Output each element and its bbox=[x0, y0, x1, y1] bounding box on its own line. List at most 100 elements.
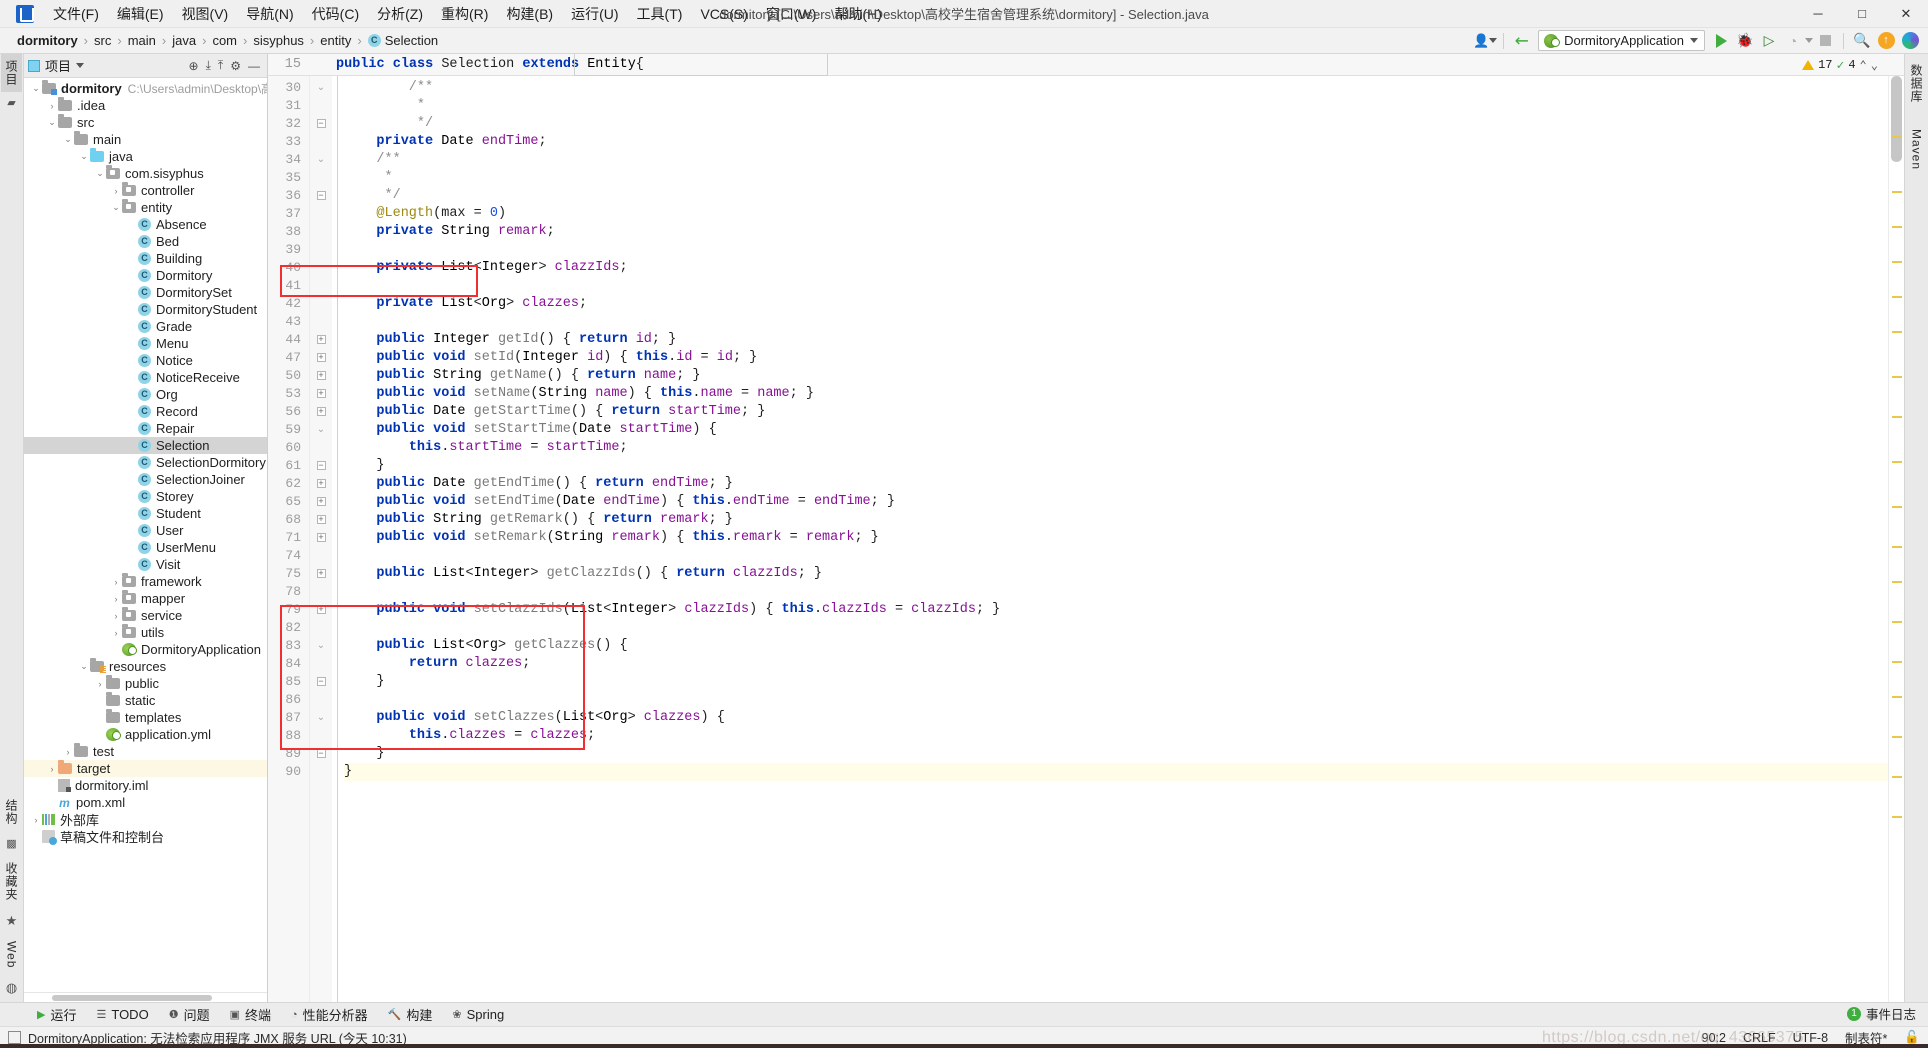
code-line[interactable]: * bbox=[344, 97, 1888, 115]
tree-node-public[interactable]: › public bbox=[24, 675, 267, 692]
tree-node-storey[interactable]: C Storey bbox=[24, 488, 267, 505]
tree-node-selectionjoiner[interactable]: C SelectionJoiner bbox=[24, 471, 267, 488]
fold-toggle-icon[interactable]: − bbox=[310, 457, 332, 475]
tool-tab-maven[interactable]: Maven bbox=[1908, 123, 1926, 176]
chevron-down-icon[interactable] bbox=[1489, 38, 1498, 43]
chevron-down-icon[interactable]: ⌄ bbox=[94, 168, 106, 179]
breadcrumb-item-src[interactable]: src bbox=[89, 32, 116, 49]
tree-node-menu[interactable]: C Menu bbox=[24, 335, 267, 352]
fold-toggle-icon[interactable]: + bbox=[310, 529, 332, 547]
fold-toggle-icon[interactable]: − bbox=[310, 673, 332, 691]
error-stripe-mark[interactable] bbox=[1892, 736, 1902, 738]
tool-window-button-问题[interactable]: ❶ 问题 bbox=[160, 1003, 219, 1026]
fold-toggle-icon[interactable]: + bbox=[310, 331, 332, 349]
update-icon[interactable]: ↑ bbox=[1874, 30, 1898, 52]
chevron-right-icon[interactable]: › bbox=[30, 815, 42, 825]
fold-toggle-icon[interactable]: − bbox=[310, 115, 332, 133]
error-stripe-mark[interactable] bbox=[1892, 816, 1902, 818]
code-line[interactable] bbox=[344, 691, 1888, 709]
code-line[interactable]: } bbox=[344, 763, 1888, 781]
menu-item-4[interactable]: 代码(C) bbox=[303, 1, 368, 27]
code-line[interactable]: public Date getEndTime() { return endTim… bbox=[344, 475, 1888, 493]
code-line[interactable]: @Length(max = 0) bbox=[344, 205, 1888, 223]
tree-node-java[interactable]: ⌄ java bbox=[24, 148, 267, 165]
chevron-down-icon[interactable] bbox=[1805, 38, 1813, 43]
code-line[interactable]: public void setClazzIds(List<Integer> cl… bbox=[344, 601, 1888, 619]
fold-toggle-icon[interactable]: − bbox=[310, 745, 332, 763]
error-stripe-mark[interactable] bbox=[1892, 661, 1902, 663]
code-line[interactable]: public List<Integer> getClazzIds() { ret… bbox=[344, 565, 1888, 583]
chevron-right-icon[interactable]: › bbox=[110, 628, 122, 638]
tool-tab-web[interactable]: Web bbox=[3, 935, 21, 974]
tree-node----[interactable]: › 外部库 bbox=[24, 811, 267, 828]
fold-toggle-icon[interactable]: ⌄ bbox=[310, 151, 332, 169]
run-with-coverage-button[interactable]: ▷ bbox=[1757, 30, 1781, 52]
tree-node-user[interactable]: C User bbox=[24, 522, 267, 539]
breadcrumb-item-dormitory[interactable]: dormitory bbox=[12, 32, 83, 49]
code-line[interactable]: private String remark; bbox=[344, 223, 1888, 241]
tree-node---------[interactable]: 草稿文件和控制台 bbox=[24, 828, 267, 845]
menu-item-7[interactable]: 构建(B) bbox=[497, 1, 562, 27]
code-line[interactable]: * bbox=[344, 169, 1888, 187]
chevron-right-icon[interactable]: › bbox=[62, 747, 74, 757]
menu-item-2[interactable]: 视图(V) bbox=[173, 1, 238, 27]
menu-item-9[interactable]: 工具(T) bbox=[628, 1, 692, 27]
structure-icon[interactable]: ▩ bbox=[6, 837, 16, 850]
tree-node-record[interactable]: C Record bbox=[24, 403, 267, 420]
code-line[interactable] bbox=[344, 547, 1888, 565]
maximize-button[interactable]: □ bbox=[1840, 0, 1884, 28]
search-icon[interactable]: 🔍 bbox=[1850, 30, 1874, 52]
tool-tab-favorites[interactable]: 收藏夹 bbox=[1, 856, 22, 907]
code-line[interactable]: private List<Integer> clazzIds; bbox=[344, 259, 1888, 277]
error-stripe-mark[interactable] bbox=[1892, 546, 1902, 548]
code-line[interactable]: public void setStartTime(Date startTime)… bbox=[344, 421, 1888, 439]
tree-node-grade[interactable]: C Grade bbox=[24, 318, 267, 335]
editor-vertical-scrollbar[interactable] bbox=[1891, 76, 1902, 162]
tree-node-mapper[interactable]: › mapper bbox=[24, 590, 267, 607]
line-separator[interactable]: CRLF bbox=[1743, 1031, 1776, 1045]
tree-node-building[interactable]: C Building bbox=[24, 250, 267, 267]
fold-toggle-icon[interactable]: + bbox=[310, 403, 332, 421]
error-stripe-mark[interactable] bbox=[1892, 461, 1902, 463]
error-stripe-mark[interactable] bbox=[1892, 376, 1902, 378]
error-stripe-mark[interactable] bbox=[1892, 696, 1902, 698]
tree-node-dormitory[interactable]: C Dormitory bbox=[24, 267, 267, 284]
ide-assistant-icon[interactable] bbox=[1898, 30, 1922, 52]
breadcrumb-item-selection[interactable]: C Selection bbox=[363, 32, 443, 49]
chevron-down-icon[interactable]: ⌄ bbox=[30, 83, 42, 94]
error-stripe-mark[interactable] bbox=[1892, 776, 1902, 778]
code-line[interactable]: public String getRemark() { return remar… bbox=[344, 511, 1888, 529]
error-stripe-mark[interactable] bbox=[1892, 621, 1902, 623]
chevron-down-icon[interactable]: ⌄ bbox=[78, 151, 90, 162]
code-line[interactable]: /** bbox=[344, 79, 1888, 97]
fold-toggle-icon[interactable]: − bbox=[310, 187, 332, 205]
error-stripe-mark[interactable] bbox=[1892, 416, 1902, 418]
tool-window-button-Spring[interactable]: ❀ Spring bbox=[443, 1005, 513, 1024]
tree-node-utils[interactable]: › utils bbox=[24, 624, 267, 641]
code-line[interactable]: public void setName(String name) { this.… bbox=[344, 385, 1888, 403]
tree-node-dormitorystudent[interactable]: C DormitoryStudent bbox=[24, 301, 267, 318]
tree-node-static[interactable]: static bbox=[24, 692, 267, 709]
code-text[interactable]: /** * */ private Date endTime; /** * */ … bbox=[332, 76, 1888, 1002]
status-indicator-icon[interactable] bbox=[8, 1031, 21, 1044]
prev-problem-icon[interactable]: ⌃ bbox=[1860, 58, 1867, 73]
tree-node-pom.xml[interactable]: m pom.xml bbox=[24, 794, 267, 811]
fold-toggle-icon[interactable]: ⌄ bbox=[310, 421, 332, 439]
code-line[interactable] bbox=[344, 277, 1888, 295]
tool-window-button-TODO[interactable]: ☰ TODO bbox=[87, 1005, 157, 1024]
code-line[interactable]: private List<Org> clazzes; bbox=[344, 295, 1888, 313]
code-line[interactable]: public void setId(Integer id) { this.id … bbox=[344, 349, 1888, 367]
update-project-icon[interactable]: ↖ bbox=[1506, 24, 1539, 57]
tree-node-dormitory[interactable]: ⌄ dormitory C:\Users\admin\Desktop\高校学 bbox=[24, 80, 267, 97]
tree-node-usermenu[interactable]: C UserMenu bbox=[24, 539, 267, 556]
menu-item-1[interactable]: 编辑(E) bbox=[108, 1, 173, 27]
menu-item-10[interactable]: VCS(S) bbox=[691, 3, 756, 25]
code-line[interactable]: */ bbox=[344, 115, 1888, 133]
locate-icon[interactable]: ⊕ bbox=[189, 59, 199, 73]
chevron-right-icon[interactable]: › bbox=[46, 764, 58, 774]
code-line[interactable] bbox=[344, 583, 1888, 601]
chevron-down-icon[interactable]: ⌄ bbox=[62, 134, 74, 145]
tree-node-service[interactable]: › service bbox=[24, 607, 267, 624]
tool-window-button-性能分析器[interactable]: ◔ 性能分析器 bbox=[282, 1003, 377, 1026]
error-stripe-mark[interactable] bbox=[1892, 226, 1902, 228]
